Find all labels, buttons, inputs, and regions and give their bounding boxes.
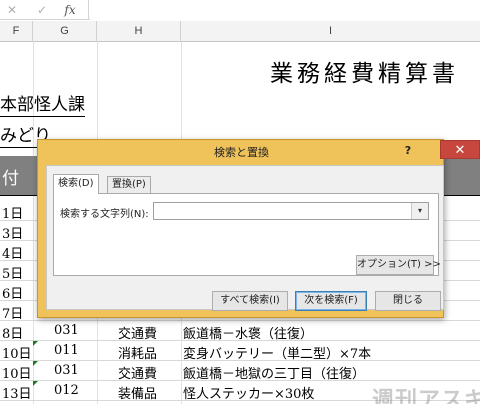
comment-marker-icon bbox=[33, 361, 38, 366]
tab-replace[interactable]: 置換(P) bbox=[107, 176, 151, 193]
column-header-f[interactable]: F bbox=[0, 21, 33, 42]
table-row[interactable]: 10日 011 消耗品 変身バッテリー（単二型）×7本 bbox=[0, 341, 480, 362]
enter-icon[interactable]: ✓ bbox=[34, 2, 50, 18]
table-header-date: 付 bbox=[2, 169, 19, 189]
date-cell: 7日 bbox=[2, 307, 24, 322]
table-row[interactable]: 10日 031 交通費 飯道橋－地獄の三丁目（往復） bbox=[0, 361, 480, 382]
description-cell: 変身バッテリー（単二型）×7本 bbox=[183, 347, 372, 362]
formula-bar: ✕ ✓ fx bbox=[0, 0, 480, 20]
date-cell: 8日 bbox=[2, 327, 24, 342]
type-cell: 装備品 bbox=[118, 387, 158, 402]
type-cell: 交通費 bbox=[118, 367, 158, 382]
dialog-title: 検索と置換 bbox=[214, 146, 269, 159]
help-icon[interactable]: ? bbox=[398, 143, 418, 159]
date-cell: 6日 bbox=[2, 287, 24, 302]
date-cell: 5日 bbox=[2, 267, 24, 282]
find-what-label: 検索する文字列(N): bbox=[60, 209, 149, 220]
find-replace-dialog: 検索と置換 ? ✕ 検索(D) 置換(P) 検索する文字列(N): ▾ オプショ… bbox=[37, 139, 480, 318]
chevron-down-icon[interactable]: ▾ bbox=[411, 203, 428, 219]
tab-panel-search: 検索する文字列(N): ▾ オプション(T) >> bbox=[53, 193, 441, 276]
date-cell: 3日 bbox=[2, 227, 24, 242]
description-cell: 飯道橋－地獄の三丁目（往復） bbox=[183, 367, 366, 382]
insert-function-icon[interactable]: fx bbox=[62, 2, 78, 18]
date-cell: 4日 bbox=[2, 247, 24, 262]
find-all-button[interactable]: すべて検索(I) bbox=[212, 291, 288, 311]
column-header-i[interactable]: I bbox=[181, 21, 480, 42]
close-button[interactable]: 閉じる bbox=[375, 291, 441, 311]
tab-search[interactable]: 検索(D) bbox=[53, 174, 99, 194]
column-header-g[interactable]: G bbox=[33, 21, 97, 42]
column-header-h[interactable]: H bbox=[97, 21, 181, 42]
code-cell: 011 bbox=[54, 343, 79, 358]
options-button[interactable]: オプション(T) >> bbox=[356, 255, 441, 275]
find-next-button[interactable]: 次を検索(F) bbox=[295, 291, 367, 311]
find-what-input[interactable] bbox=[153, 202, 429, 220]
formula-input[interactable] bbox=[90, 0, 480, 20]
code-cell: 031 bbox=[54, 363, 79, 378]
sheet-title: 業務経費精算書 bbox=[270, 61, 459, 87]
comment-marker-icon bbox=[33, 381, 38, 386]
description-cell: 飯道橋－水褒（往復） bbox=[183, 327, 314, 342]
date-cell: 10日 bbox=[2, 347, 32, 362]
code-cell: 012 bbox=[54, 383, 79, 398]
type-cell: 消耗品 bbox=[118, 347, 158, 362]
type-cell: 交通費 bbox=[118, 327, 158, 342]
column-headers: F G H I bbox=[0, 21, 480, 42]
date-cell: 1日 bbox=[2, 207, 24, 222]
date-cell: 13日 bbox=[2, 387, 32, 402]
comment-marker-icon bbox=[33, 341, 38, 346]
date-cell: 10日 bbox=[2, 367, 32, 382]
description-cell: 怪人ステッカー×30枚 bbox=[183, 387, 315, 402]
watermark: 週刊アスキー bbox=[372, 388, 480, 404]
cancel-icon[interactable]: ✕ bbox=[4, 2, 20, 18]
dialog-body: 検索(D) 置換(P) 検索する文字列(N): ▾ オプション(T) >> すべ… bbox=[46, 165, 444, 311]
close-icon[interactable]: ✕ bbox=[440, 140, 480, 159]
formula-bar-divider bbox=[88, 0, 89, 20]
table-row[interactable]: 8日 031 交通費 飯道橋－水褒（往復） bbox=[0, 321, 480, 342]
department-cell: 本部怪人課 bbox=[0, 95, 85, 117]
code-cell: 031 bbox=[54, 323, 79, 338]
